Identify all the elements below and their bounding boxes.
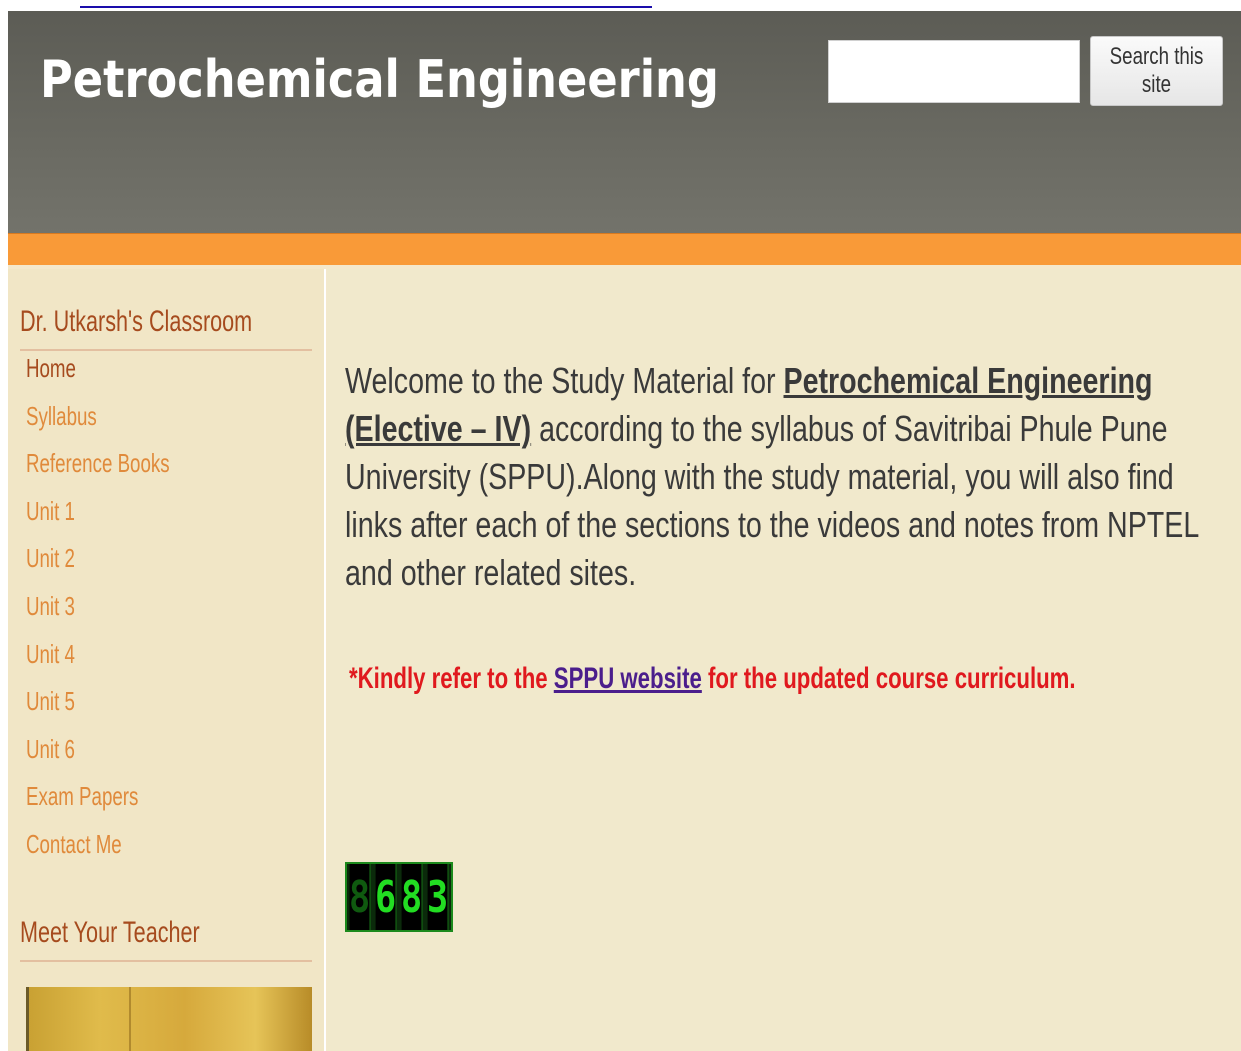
- sidebar-divider: [20, 960, 312, 962]
- notice-suffix: for the updated course curriculum.: [701, 662, 1076, 695]
- sidebar: Dr. Utkarsh's Classroom Home Syllabus Re…: [8, 269, 326, 1051]
- notice-prefix: *Kindly refer to the: [349, 662, 554, 695]
- sppu-website-link[interactable]: SPPU website: [554, 662, 702, 695]
- sidebar-item-contact-me[interactable]: Contact Me: [26, 829, 170, 877]
- search-input[interactable]: [828, 40, 1080, 103]
- counter-digit: 8: [401, 864, 423, 930]
- sidebar-item-unit-4[interactable]: Unit 4: [26, 639, 170, 687]
- sidebar-item-unit-5[interactable]: Unit 5: [26, 686, 170, 734]
- header-accent-bar: [8, 233, 1241, 265]
- sidebar-item-unit-1[interactable]: Unit 1: [26, 496, 170, 544]
- site-title[interactable]: Petrochemical Engineering: [40, 45, 719, 115]
- search-button[interactable]: Search this site: [1090, 36, 1223, 106]
- search-button-label: Search this site: [1109, 43, 1204, 98]
- main-content: Welcome to the Study Material for Petroc…: [327, 269, 1241, 1051]
- top-url-link[interactable]: [80, 0, 652, 8]
- sidebar-nav: Home Syllabus Reference Books Unit 1 Uni…: [26, 353, 225, 877]
- sidebar-item-unit-3[interactable]: Unit 3: [26, 591, 170, 639]
- sidebar-divider: [20, 349, 312, 351]
- sidebar-item-home[interactable]: Home: [26, 353, 170, 401]
- counter-digit: 8: [349, 864, 371, 930]
- site-container: Petrochemical Engineering Search this si…: [8, 11, 1241, 1051]
- welcome-prefix: Welcome to the Study Material for: [345, 360, 784, 401]
- sidebar-item-reference-books[interactable]: Reference Books: [26, 448, 170, 496]
- sidebar-classroom-heading: Dr. Utkarsh's Classroom: [20, 305, 253, 338]
- sidebar-item-unit-2[interactable]: Unit 2: [26, 543, 170, 591]
- sidebar-item-unit-6[interactable]: Unit 6: [26, 734, 170, 782]
- counter-digit: 6: [375, 864, 397, 930]
- curriculum-notice: *Kindly refer to the SPPU website for th…: [349, 659, 1076, 699]
- welcome-paragraph: Welcome to the Study Material for Petroc…: [345, 357, 1204, 597]
- counter-digit: 3: [427, 864, 449, 930]
- sidebar-teacher-heading: Meet Your Teacher: [20, 916, 200, 949]
- sidebar-item-syllabus[interactable]: Syllabus: [26, 401, 170, 449]
- teacher-photo: [26, 987, 312, 1051]
- site-header: Petrochemical Engineering Search this si…: [8, 11, 1241, 233]
- visitor-counter: 8 6 8 3: [345, 862, 453, 932]
- sidebar-item-exam-papers[interactable]: Exam Papers: [26, 781, 170, 829]
